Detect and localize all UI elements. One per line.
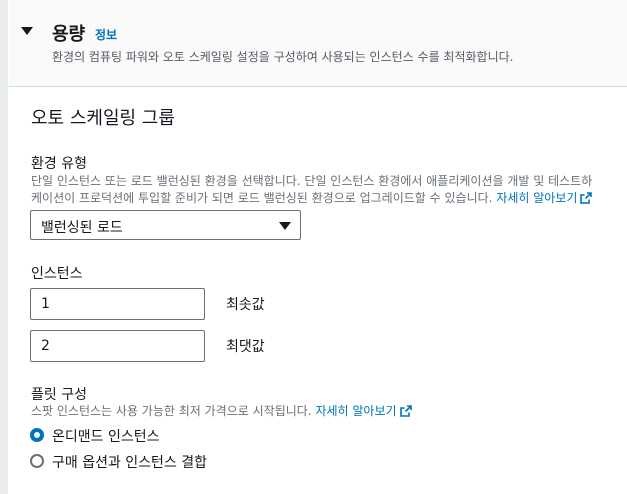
env-type-desc-line2: 케이션이 프로덕션에 투입할 준비가 되면 로드 밸런싱된 환경으로 업그레이드… [31,189,593,207]
radio-on-demand-label[interactable]: 온디맨드 인스턴스 [52,426,160,446]
section-description: 환경의 컴퓨팅 파워와 오토 스케일링 설정을 구성하여 사용되는 인스턴스 수… [52,50,514,64]
fleet-label: 플릿 구성 [31,387,87,403]
env-type-learn-more-link[interactable]: 자세히 알아보기 [496,191,593,205]
panel-header [9,0,627,87]
radio-combine-purchase-label[interactable]: 구매 옵션과 인스턴스 결합 [52,452,207,472]
radio-on-demand[interactable] [30,428,44,442]
fleet-learn-more-link[interactable]: 자세히 알아보기 [315,404,412,418]
env-type-label: 환경 유형 [31,156,87,172]
asg-title: 오토 스케일링 그룹 [31,108,175,129]
external-link-icon[interactable] [580,192,593,204]
section-title[interactable]: 용량 [52,20,85,46]
info-link[interactable]: 정보 [95,26,117,43]
external-link-icon[interactable] [399,405,412,417]
env-type-select[interactable]: 밸런싱된 로드 [30,210,301,240]
max-instances-label: 최댓값 [226,339,265,355]
env-type-desc-text: 케이션이 프로덕션에 투입할 준비가 되면 로드 밸런싱된 환경으로 업그레이드… [31,191,493,205]
fleet-desc-text: 스팟 인스턴스는 사용 가능한 최저 가격으로 시작됩니다. [31,404,312,418]
fleet-desc: 스팟 인스턴스는 사용 가능한 최저 가격으로 시작됩니다. 자세히 알아보기 [31,402,412,420]
min-instances-label: 최솟값 [226,297,265,313]
max-instances-input[interactable] [30,330,205,362]
dropdown-arrow-icon [279,222,291,230]
learn-more-text[interactable]: 자세히 알아보기 [496,191,577,205]
learn-more-text[interactable]: 자세히 알아보기 [315,404,396,418]
env-type-selected-value: 밸런싱된 로드 [41,220,123,236]
caret-down-icon[interactable] [21,27,33,35]
instances-label: 인스턴스 [31,266,83,282]
radio-combine-purchase[interactable] [30,454,44,468]
left-border [0,0,8,494]
min-instances-input[interactable] [30,288,205,320]
env-type-desc-line1: 단일 인스턴스 또는 로드 밸런싱된 환경을 선택합니다. 단일 인스턴스 환경… [31,174,593,188]
